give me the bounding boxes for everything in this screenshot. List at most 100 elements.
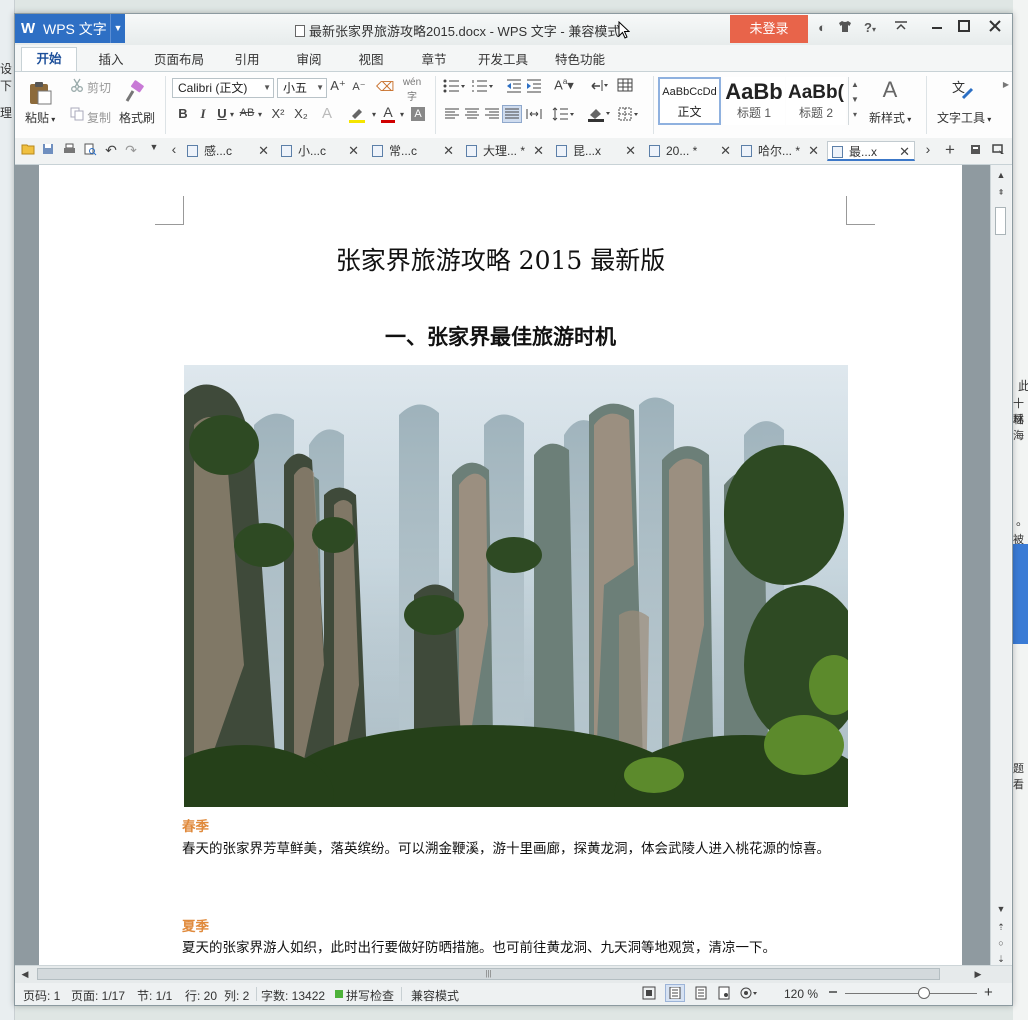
align-right-icon[interactable] [484,108,500,123]
document-tab[interactable]: 哈尔... * ✕ [741,141,819,161]
close-tab-icon[interactable]: ✕ [258,141,269,161]
character-shading-icon[interactable]: A [411,107,425,121]
cut-button[interactable]: 剪切 [87,79,111,96]
document-tab-active[interactable]: 最...x ✕ [827,141,915,161]
borders-icon[interactable] [618,107,642,124]
subscript-button[interactable]: X₂ [292,106,310,121]
phonetic-guide-icon[interactable]: wén 字 [400,77,424,103]
help-button[interactable]: ?▾ [860,20,880,36]
grow-font-button[interactable]: A⁺ [330,78,346,94]
tab-review[interactable]: 审阅 [285,49,333,71]
zoom-level-label[interactable]: 120 % [784,987,818,1001]
document-tab[interactable]: 感...c ✕ [187,141,269,161]
login-button[interactable]: 未登录 [730,15,808,43]
format-painter-button[interactable]: 格式刷 [119,109,155,126]
web-view-icon[interactable] [718,986,730,1003]
tabs-scroll-left-icon[interactable]: ‹ [168,141,180,157]
maximize-icon[interactable] [956,20,972,36]
zoom-slider-track[interactable] [845,993,977,994]
copy-button[interactable]: 复制 [87,109,111,126]
document-tab[interactable]: 大理... * ✕ [466,141,544,161]
close-tab-icon[interactable]: ✕ [348,141,359,161]
vertical-scroll-thumb[interactable] [995,207,1006,235]
zoom-out-icon[interactable] [828,986,838,1001]
select-browse-object-icon[interactable]: ○ [991,935,1011,951]
clear-format-icon[interactable]: ⌫ [376,79,394,95]
tab-chapter[interactable]: 章节 [410,49,458,71]
status-col[interactable]: 列: 2 [224,987,249,1004]
distribute-icon[interactable] [525,108,543,123]
decrease-indent-icon[interactable] [506,79,522,96]
close-tab-icon[interactable]: ✕ [808,141,819,161]
wps-app-button[interactable]: W WPS 文字 ▼ [15,14,125,43]
vertical-scrollbar[interactable]: ▲ ⇞ ▼ ⇡ ○ ⇣ [990,165,1011,965]
tab-features[interactable]: 特色功能 [547,49,613,71]
shading-icon[interactable] [587,106,613,125]
tshirt-icon[interactable] [837,20,853,36]
zoom-in-icon[interactable]: + [984,985,993,1000]
skin-icon[interactable]: ◐ [814,20,830,36]
new-style-button[interactable]: 新样式 ▾ [869,109,911,126]
shrink-font-button[interactable]: A⁻ [351,80,367,93]
style-normal[interactable]: AaBbCcDd 正文 [658,77,721,125]
page-view-icon[interactable] [665,984,685,1002]
redo-icon[interactable]: ↷ [123,142,139,159]
new-style-icon[interactable]: A [875,77,905,105]
superscript-button[interactable]: X² [269,106,287,121]
paste-icon[interactable] [27,80,53,106]
bold-button[interactable]: B [177,106,189,121]
tab-view[interactable]: 视图 [347,49,395,71]
close-icon[interactable] [987,20,1003,36]
font-name-select[interactable]: Calibri (正文) ▼ [172,78,274,98]
minimize-icon[interactable] [929,20,945,36]
underline-button[interactable]: U [216,106,228,121]
reading-mode-icon[interactable] [739,986,759,1003]
tab-developer[interactable]: 开发工具 [470,49,536,71]
styles-scroll[interactable]: ▲ ▼ ▾ [848,77,861,125]
tab-home[interactable]: 开始 [21,47,77,73]
scroll-up-icon[interactable]: ▲ [991,167,1011,183]
paste-button[interactable]: 粘贴 ▾ [25,109,55,126]
full-screen-icon[interactable] [642,986,656,1003]
strikethrough-button[interactable]: AB [238,107,256,119]
tab-insert[interactable]: 插入 [87,49,135,71]
status-section[interactable]: 节: 1/1 [137,987,172,1004]
tab-references[interactable]: 引用 [223,49,271,71]
status-page[interactable]: 页面: 1/17 [71,987,125,1004]
chevron-down-icon[interactable]: ▾ [370,110,378,119]
split-view-icon[interactable]: ⇞ [991,185,1011,201]
tab-page-layout[interactable]: 页面布局 [147,49,211,71]
document-tab[interactable]: 小...c ✕ [281,141,359,161]
increase-indent-icon[interactable] [526,79,542,96]
scroll-right-icon[interactable]: ▶ [970,966,986,982]
status-word-count[interactable]: 字数: 13422 [261,987,325,1004]
spell-check-button[interactable]: 拼写检查 [346,987,394,1004]
close-tab-icon[interactable]: ✕ [443,141,454,161]
justify-icon[interactable] [502,105,522,123]
document-page[interactable]: 张家界旅游攻略 2015 最新版 一、张家界最佳旅游时机 春季 春天的张家界芳草… [39,165,962,965]
numbered-list-icon[interactable] [471,79,493,96]
line-spacing-icon[interactable] [552,107,576,124]
status-page-code[interactable]: 页码: 1 [23,987,60,1004]
open-folder-icon[interactable] [20,143,36,158]
new-tab-icon[interactable]: + [942,140,958,160]
style-heading-2[interactable]: AaBb( 标题 2 [786,77,846,125]
highlight-icon[interactable] [348,105,366,126]
undo-icon[interactable]: ↶ [103,142,119,159]
quick-access-menu-icon[interactable]: ▼ [148,142,160,152]
collapse-ribbon-icon[interactable] [893,20,909,36]
zoom-slider-thumb[interactable] [918,987,931,999]
horizontal-scrollbar[interactable]: ◀ ||| ▶ [15,965,1012,983]
window-menu-icon[interactable] [991,143,1005,158]
chevron-down-icon[interactable]: ▾ [228,110,236,119]
table-icon[interactable] [617,78,633,95]
change-case-icon[interactable]: Aa▾ [551,77,577,93]
outline-view-icon[interactable] [695,986,707,1003]
text-tools-icon[interactable]: 文 [951,78,975,105]
font-size-select[interactable]: 小五 ▼ [277,78,327,98]
scroll-down-icon[interactable]: ▼ [991,901,1011,917]
document-tab[interactable]: 常...c ✕ [372,141,454,161]
close-tab-icon[interactable]: ✕ [625,141,636,161]
italic-button[interactable]: I [197,106,209,122]
bullet-list-icon[interactable] [443,79,465,96]
